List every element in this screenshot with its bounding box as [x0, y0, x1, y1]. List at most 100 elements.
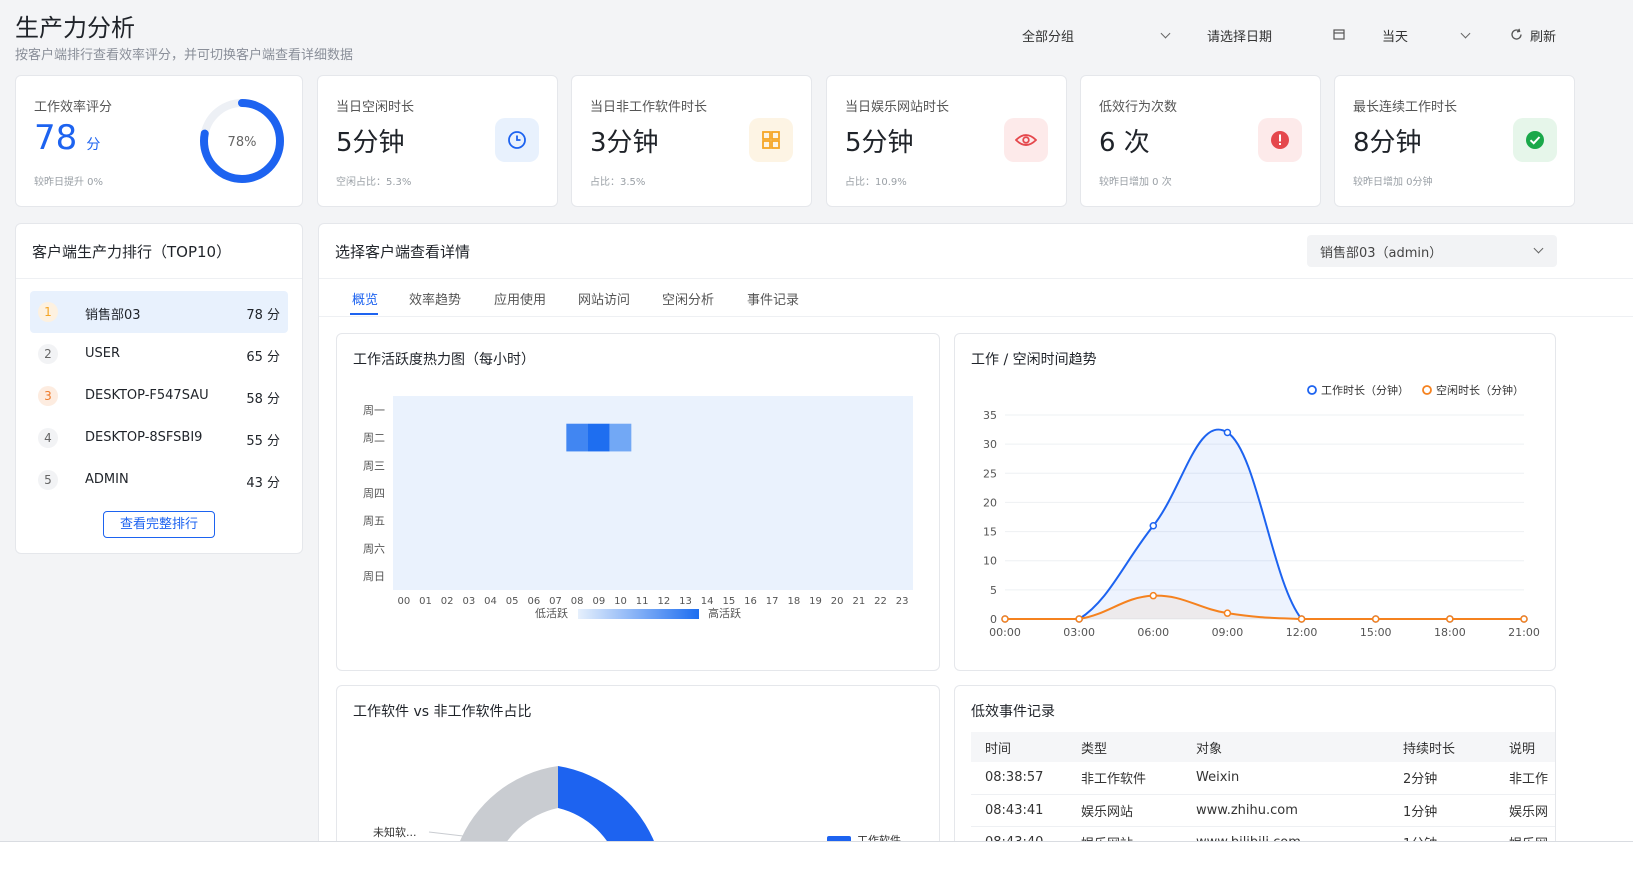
heatmap-row-label: 周六 [363, 542, 385, 555]
heatmap-col-label: 19 [809, 596, 822, 607]
heatmap-legend-gradient [578, 609, 699, 619]
rank-number: 1 [38, 302, 58, 322]
heatmap-col-label: 16 [744, 596, 757, 607]
heatmap-row-label: 周一 [363, 404, 385, 417]
data-point[interactable] [1446, 615, 1454, 623]
heatmap-cell [566, 423, 588, 452]
data-point[interactable] [1371, 615, 1380, 623]
divider [16, 278, 302, 279]
ranking-item-1[interactable]: 1 销售部03 78 分 [30, 291, 288, 333]
rank-client-name: DESKTOP-8SFSBI9 [85, 430, 203, 445]
legend-marker [1307, 385, 1317, 395]
ranking-item-4[interactable]: 4 DESKTOP-8SFSBI9 55 分 [30, 417, 288, 459]
tab-event-log[interactable]: 事件记录 [747, 289, 799, 308]
data-point[interactable] [1223, 428, 1232, 437]
table-row[interactable]: 08:43:41 娱乐网站 www.zhihu.com 1分钟 娱乐网 [971, 794, 1555, 827]
heatmap-row-label: 周三 [363, 459, 385, 472]
heatmap-col-label: 04 [484, 596, 497, 607]
x-tick-label: 18:00 [1434, 626, 1466, 639]
group-select[interactable]: 全部分组 [1022, 26, 1172, 45]
pie-label-line [428, 831, 464, 837]
calendar-icon [1333, 29, 1345, 40]
kpi-foot: 较昨日增加 0分钟 [1353, 177, 1433, 188]
x-tick-label: 09:00 [1212, 626, 1244, 639]
kpi-entertainment-card: 当日娱乐网站时长 5分钟 占比：10.9% [826, 75, 1067, 207]
page-subtitle: 按客户端排行查看效率评分，并可切换客户端查看详细数据 [15, 48, 354, 63]
kpi-value: 8分钟 [1353, 128, 1422, 158]
rank-client-name: DESKTOP-F547SAU [85, 388, 209, 403]
tab-efficiency-trend[interactable]: 效率趋势 [409, 289, 461, 308]
column-header: 时间 [971, 732, 1067, 762]
heatmap-col-label: 05 [506, 596, 519, 607]
heatmap-high-label: 高活跃 [708, 606, 741, 620]
full-ranking-button[interactable]: 查看完整排行 [103, 511, 215, 538]
y-tick-label: 20 [983, 496, 997, 509]
kpi-value: 5分钟 [336, 128, 405, 158]
heatmap-col-label: 14 [701, 596, 714, 607]
date-picker[interactable]: 请选择日期 [1207, 26, 1347, 45]
heatmap-panel: 工作活跃度热力图（每小时） 周一 周二 周三 周四 周五 周六 周日 00 01 02 03 04 0… [336, 333, 940, 671]
events-table-header: 时间 类型 对象 持续时长 说明 [971, 732, 1555, 762]
rank-number: 4 [38, 428, 58, 448]
x-tick-label: 21:00 [1508, 626, 1540, 639]
client-select[interactable]: 销售部03（admin） [1307, 235, 1557, 267]
x-tick-label: 15:00 [1360, 626, 1392, 639]
heatmap-col-label: 00 [397, 596, 410, 607]
heatmap-cell [609, 423, 632, 452]
tab-website-visits[interactable]: 网站访问 [578, 289, 630, 308]
chevron-down-icon [1533, 243, 1544, 254]
range-select[interactable]: 当天 [1382, 26, 1472, 45]
clock-icon [495, 118, 539, 162]
data-point[interactable] [1001, 615, 1009, 623]
heatmap-row-label: 周日 [363, 570, 385, 583]
rank-score: 43 分 [246, 476, 280, 491]
efficiency-ring: 78% [200, 99, 284, 183]
kpi-value: 5分钟 [845, 128, 914, 158]
check-circle-icon [1513, 118, 1557, 162]
y-tick-label: 15 [983, 526, 997, 539]
data-point[interactable] [1297, 615, 1306, 623]
column-header: 持续时长 [1389, 732, 1495, 762]
data-point[interactable] [1223, 609, 1232, 617]
heatmap-background [393, 396, 913, 590]
kpi-label: 低效行为次数 [1099, 100, 1178, 115]
tab-overview[interactable]: 概览 [352, 289, 378, 308]
heatmap-col-label: 11 [636, 596, 649, 607]
heatmap-row-label: 周四 [363, 487, 385, 500]
kpi-foot: 较昨日提升 0% [34, 177, 104, 188]
rank-client-name: 销售部03 [85, 308, 141, 323]
heatmap-col-label: 03 [462, 596, 475, 607]
tabs-divider [319, 316, 1633, 317]
kpi-idle-card: 当日空闲时长 5分钟 空闲占比：5.3% [317, 75, 558, 207]
x-tick-label: 06:00 [1137, 626, 1169, 639]
data-point[interactable] [1520, 615, 1528, 623]
ranking-item-3[interactable]: 3 DESKTOP-F547SAU 58 分 [30, 375, 288, 417]
rank-score: 65 分 [246, 350, 280, 365]
y-tick-label: 5 [990, 584, 997, 597]
rank-number: 2 [38, 344, 58, 364]
data-point[interactable] [1149, 591, 1158, 600]
data-point[interactable] [1075, 615, 1083, 623]
ranking-item-5[interactable]: 5 ADMIN 43 分 [30, 459, 288, 501]
grid-apps-icon [749, 118, 793, 162]
kpi-lowefficiency-card: 低效行为次数 6 次 较昨日增加 0 次 [1080, 75, 1321, 207]
trend-panel: 工作 / 空闲时间趋势 0 5 10 15 20 25 30 35 00:00 03:00 06:… [954, 333, 1556, 671]
table-row[interactable]: 08:38:57 非工作软件 Weixin 2分钟 非工作 [971, 762, 1555, 795]
rank-client-name: USER [85, 346, 121, 361]
column-header: 说明 [1495, 732, 1555, 762]
kpi-label: 当日空闲时长 [336, 100, 415, 115]
heatmap-col-label: 23 [896, 596, 909, 607]
heatmap-col-label: 22 [874, 596, 887, 607]
data-point[interactable] [1149, 521, 1158, 530]
series-area [1005, 429, 1524, 619]
legend-label: 空闲时长（分钟） [1436, 383, 1524, 397]
heatmap-cell [588, 423, 610, 452]
heatmap-chart: 周一周二周三周四周五周六周日 00 01 02 03 04 05 06 07 08 09 10 11 1… [363, 396, 913, 620]
ranking-item-2[interactable]: 2 USER 65 分 [30, 333, 288, 375]
heatmap-col-label: 12 [657, 596, 670, 607]
tab-idle-analysis[interactable]: 空闲分析 [662, 289, 714, 308]
heatmap-col-label: 10 [614, 596, 627, 607]
tab-app-usage[interactable]: 应用使用 [494, 289, 546, 308]
legend-label: 工作时长（分钟） [1321, 383, 1409, 397]
refresh-icon [1511, 28, 1522, 40]
